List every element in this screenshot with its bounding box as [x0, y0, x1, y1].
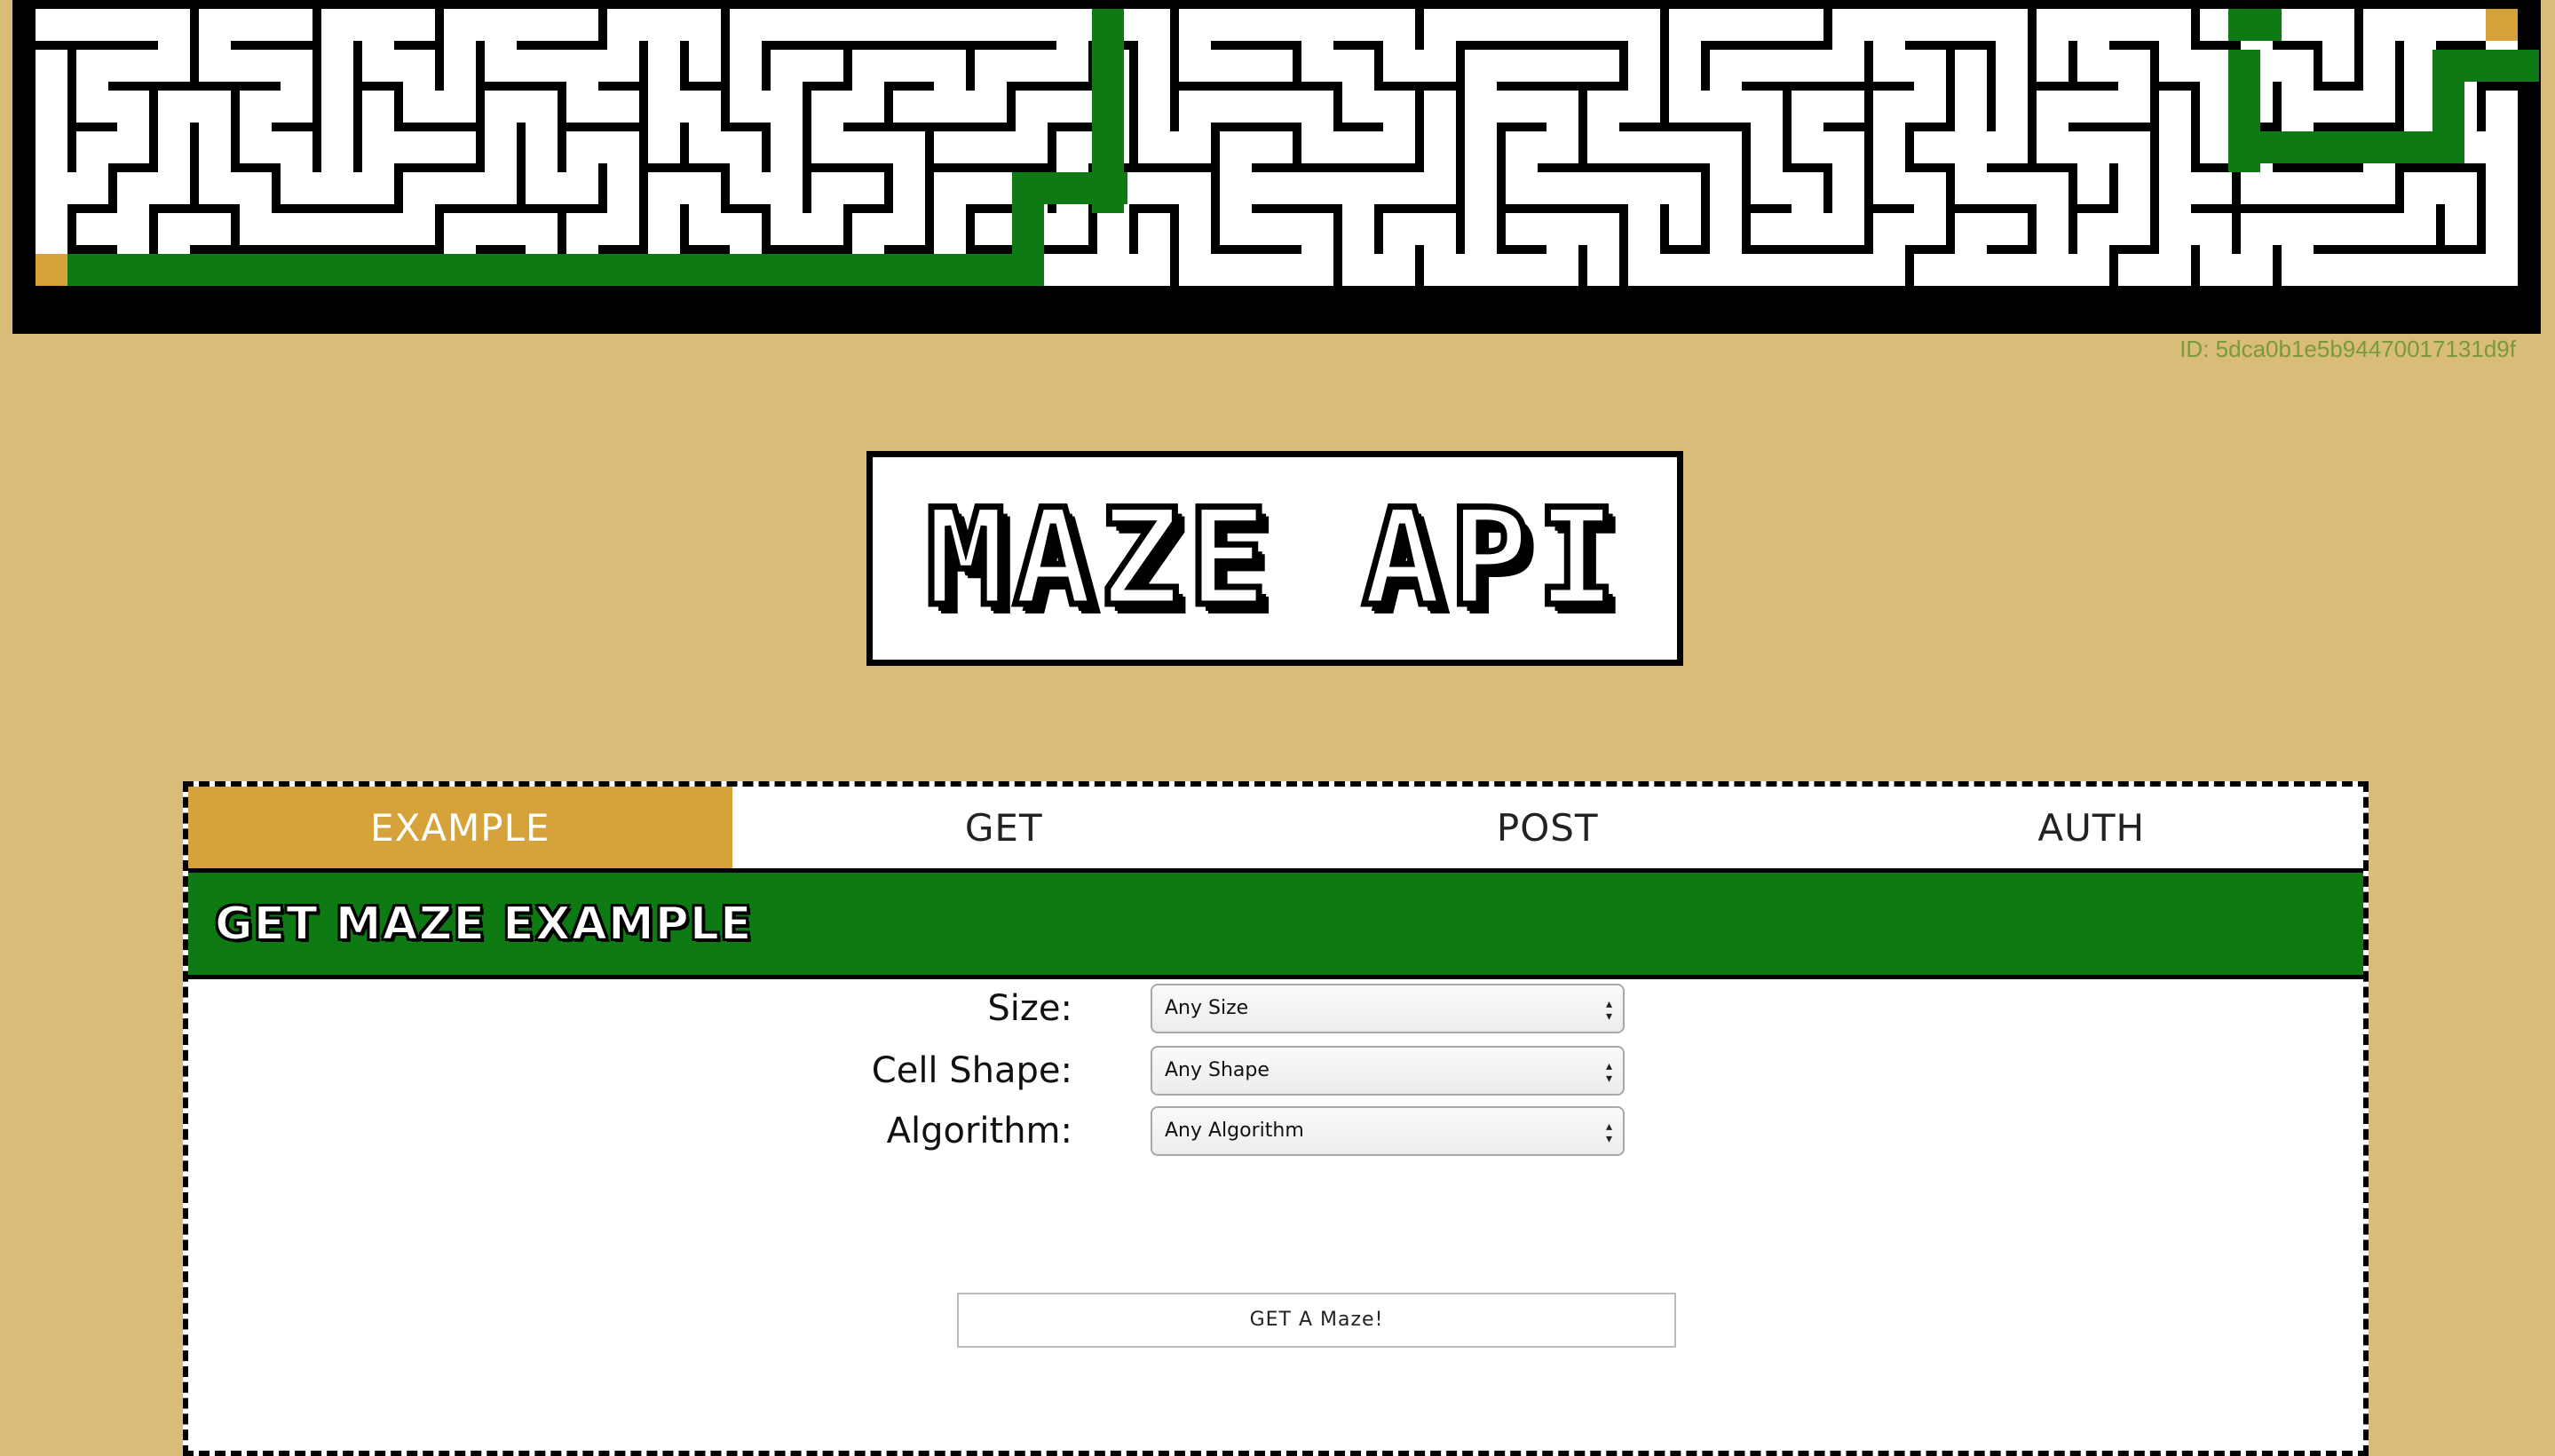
algorithm-select-value: Any Algorithm: [1165, 1120, 1304, 1142]
select-arrows-icon: ▴ ▾: [1605, 997, 1612, 1024]
select-arrows-icon: ▴ ▾: [1605, 1059, 1612, 1086]
cell-shape-select[interactable]: Any Shape ▴ ▾: [1151, 1046, 1625, 1096]
maze-id-label: ID: 5dca0b1e5b94470017131d9f: [2179, 336, 2516, 362]
algorithm-label: Algorithm:: [886, 1111, 1072, 1151]
section-title: GET MAZE EXAMPLE: [214, 897, 753, 952]
cell-shape-select-value: Any Shape: [1165, 1059, 1270, 1081]
size-select[interactable]: Any Size ▴ ▾: [1151, 984, 1625, 1033]
algorithm-select[interactable]: Any Algorithm ▴ ▾: [1151, 1106, 1625, 1156]
shape-row: Cell Shape: Any Shape ▴ ▾: [188, 1044, 2363, 1097]
select-arrows-icon: ▴ ▾: [1605, 1120, 1612, 1146]
cell-shape-label: Cell Shape:: [871, 1050, 1072, 1091]
maze-banner: [12, 0, 2541, 334]
algorithm-row: Algorithm: Any Algorithm ▴ ▾: [188, 1104, 2363, 1158]
size-row: Size: Any Size ▴ ▾: [188, 982, 2363, 1035]
maze-image: [12, 0, 2541, 334]
size-select-value: Any Size: [1165, 997, 1249, 1019]
size-label: Size:: [987, 988, 1072, 1029]
maze-api-logo: MAZE API: [866, 451, 1683, 666]
tab-post[interactable]: POST: [1276, 787, 1820, 868]
logo-text: MAZE API: [922, 481, 1625, 636]
get-maze-button[interactable]: GET A Maze!: [957, 1293, 1676, 1348]
section-header: GET MAZE EXAMPLE: [188, 873, 2363, 979]
tab-bar: EXAMPLE GET POST AUTH: [188, 787, 2363, 873]
tab-example[interactable]: EXAMPLE: [188, 787, 732, 868]
tab-get[interactable]: GET: [732, 787, 1276, 868]
tab-auth[interactable]: AUTH: [1819, 787, 2363, 868]
api-panel: EXAMPLE GET POST AUTH GET MAZE EXAMPLE S…: [183, 781, 2369, 1456]
